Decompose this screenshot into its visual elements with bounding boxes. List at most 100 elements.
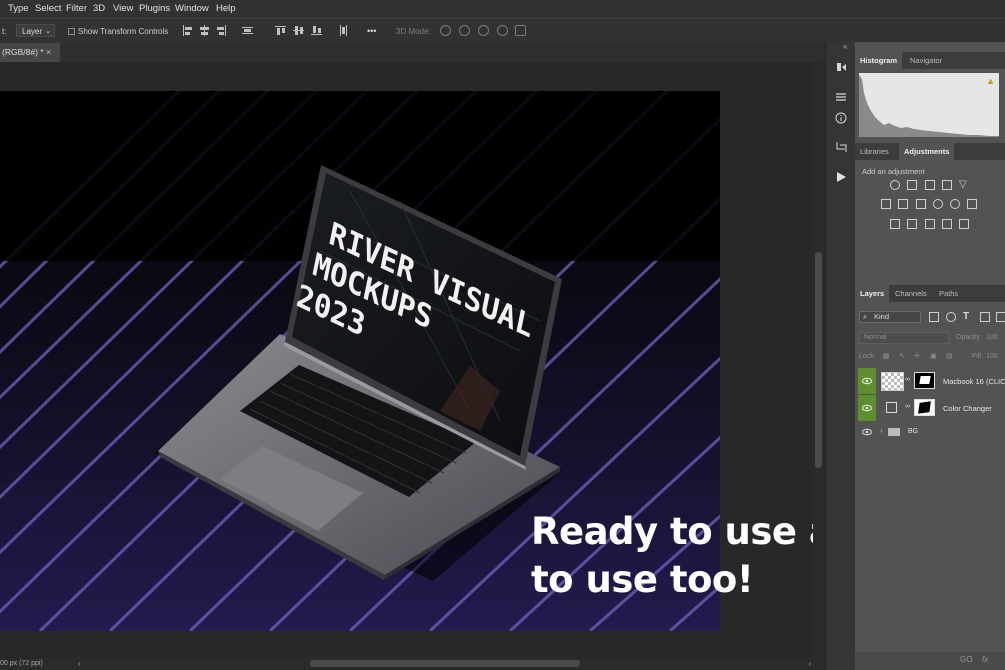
align-middle-icon[interactable] [293, 25, 304, 36]
layers-tab-bar: Layers Channels Paths [855, 285, 1005, 302]
layer-name[interactable]: Color Changer [943, 404, 992, 413]
gradient-map-icon[interactable] [942, 219, 952, 229]
auto-select-target-value: Layer [22, 27, 43, 36]
blend-mode-dropdown[interactable]: Normal [859, 332, 949, 344]
lock-transparent-icon[interactable]: ▦ [883, 352, 890, 360]
lock-all-icon[interactable]: ▤ [946, 352, 953, 360]
horizontal-scroll-thumb[interactable] [310, 660, 580, 667]
play-icon[interactable] [835, 170, 847, 182]
tab-paths[interactable]: Paths [934, 285, 963, 302]
3d-orbit-icon[interactable] [440, 25, 451, 36]
tab-navigator[interactable]: Navigator [905, 52, 947, 69]
distribute-icon[interactable] [242, 25, 253, 36]
selective-color-icon[interactable] [959, 219, 969, 229]
tab-adjustments[interactable]: Adjustments [899, 143, 955, 160]
scroll-right-icon[interactable]: › [808, 659, 811, 668]
align-top-icon[interactable] [275, 25, 286, 36]
document-tab[interactable]: (RGB/8#) * × [0, 43, 60, 62]
distribute-vertical-icon[interactable] [338, 25, 349, 36]
filter-smart-object-icon[interactable] [996, 312, 1005, 322]
collapse-panels-icon[interactable]: « [843, 42, 847, 51]
curves-icon[interactable] [925, 180, 935, 190]
black-white-icon[interactable] [916, 199, 926, 209]
layer-filter-kind[interactable]: ⌕ Kind [859, 311, 921, 323]
opacity-value[interactable]: 100 [986, 334, 998, 341]
layer-style-icon[interactable]: fx [982, 655, 988, 664]
filter-type-icon[interactable]: T [963, 311, 969, 322]
menu-plugins[interactable]: Plugins [139, 3, 170, 14]
lock-artboard-icon[interactable]: ▣ [930, 352, 937, 360]
histogram-tab-bar: Histogram Navigator [855, 52, 1005, 69]
channel-mixer-icon[interactable] [950, 199, 960, 209]
layer-group-name[interactable]: BG [908, 428, 918, 435]
menu-help[interactable]: Help [216, 3, 236, 14]
show-transform-label: Show Transform Controls [78, 27, 169, 36]
layer-name[interactable]: Macbook 16 (CLIC [943, 377, 1005, 386]
invert-icon[interactable] [890, 219, 900, 229]
3d-mode-label: 3D Mode: [396, 27, 431, 36]
menu-filter[interactable]: Filter [66, 3, 87, 14]
3d-slide-icon[interactable] [497, 25, 508, 36]
tab-layers[interactable]: Layers [855, 285, 890, 302]
chevron-right-icon[interactable]: › [880, 426, 883, 435]
link-layers-icon[interactable]: GO [960, 655, 972, 664]
exposure-icon[interactable] [942, 180, 952, 190]
warning-icon: ▲ [986, 76, 995, 86]
layer-row[interactable]: ∞ Macbook 16 (CLIC [855, 368, 1005, 394]
history-icon[interactable] [835, 60, 847, 72]
vibrance-icon[interactable]: ▽ [959, 180, 969, 190]
lock-position-icon[interactable]: ✛ [914, 352, 920, 360]
layer-visibility-eye-icon[interactable] [858, 395, 876, 421]
photo-filter-icon[interactable] [933, 199, 943, 209]
color-lookup-icon[interactable] [967, 199, 977, 209]
tab-histogram[interactable]: Histogram [855, 52, 903, 69]
align-bottom-icon[interactable] [311, 25, 322, 36]
info-icon[interactable] [835, 111, 847, 124]
threshold-icon[interactable] [925, 219, 935, 229]
vertical-scrollbar[interactable] [813, 62, 825, 658]
posterize-icon[interactable] [907, 219, 917, 229]
align-center-icon[interactable] [199, 25, 210, 36]
layers-footer: GO fx [855, 652, 1005, 670]
blend-mode-value: Normal [864, 334, 887, 341]
close-icon[interactable]: × [46, 43, 51, 62]
align-right-icon[interactable] [216, 25, 227, 36]
layer-visibility-eye-icon[interactable] [858, 368, 876, 394]
menu-3d[interactable]: 3D [93, 3, 105, 14]
scroll-left-icon[interactable]: ‹ [78, 659, 81, 668]
levels-icon[interactable] [907, 180, 917, 190]
tab-channels[interactable]: Channels [890, 285, 932, 302]
menu-window[interactable]: Window [175, 3, 209, 14]
lock-brush-icon[interactable]: ✎ [899, 352, 905, 360]
brightness-contrast-icon[interactable] [890, 180, 900, 190]
layer-visibility-eye-icon[interactable] [858, 422, 876, 442]
layer-mask-thumbnail [914, 372, 935, 389]
3d-pan-icon[interactable] [478, 25, 489, 36]
properties-icon[interactable] [835, 90, 847, 102]
chevron-down-icon: ⌄ [45, 28, 51, 35]
fill-value[interactable]: 100 [986, 353, 998, 360]
vertical-scroll-thumb[interactable] [815, 252, 822, 468]
menu-select[interactable]: Select [35, 3, 61, 14]
filter-adjustment-icon[interactable] [946, 312, 956, 322]
tab-libraries[interactable]: Libraries [855, 143, 894, 160]
document-tab-title: (RGB/8#) * [2, 47, 44, 57]
menu-type[interactable]: Type [8, 3, 29, 14]
histogram-graph: ▲ [859, 73, 999, 137]
auto-select-target-dropdown[interactable]: Layer ⌄ [16, 24, 55, 37]
more-options-button[interactable]: ••• [367, 26, 376, 36]
horizontal-scrollbar[interactable]: ‹ › [70, 658, 825, 670]
panel-icon-strip: « [825, 42, 855, 670]
align-left-icon[interactable] [182, 25, 193, 36]
3d-roll-icon[interactable] [459, 25, 470, 36]
3d-scale-icon[interactable] [515, 25, 526, 36]
layer-row[interactable]: ∞ Color Changer [855, 395, 1005, 421]
filter-shape-icon[interactable] [980, 312, 990, 322]
filter-pixel-icon[interactable] [929, 312, 939, 322]
clone-source-icon[interactable] [835, 140, 847, 152]
color-balance-icon[interactable] [898, 199, 908, 209]
hue-saturation-icon[interactable] [881, 199, 891, 209]
layer-group-row[interactable]: › BG [855, 422, 1005, 442]
menu-view[interactable]: View [113, 3, 133, 14]
show-transform-checkbox[interactable] [68, 28, 75, 35]
